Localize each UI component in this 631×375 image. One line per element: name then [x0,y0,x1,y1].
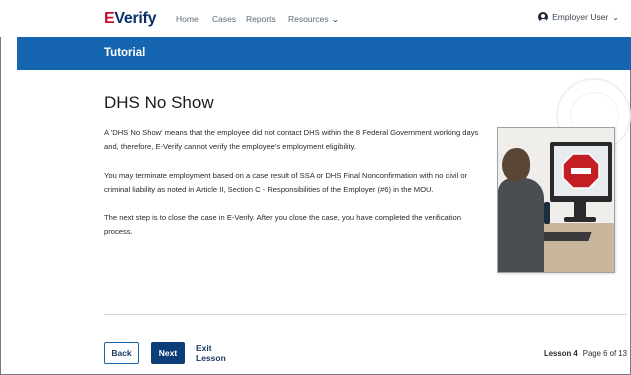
illustration-person-body [498,178,544,272]
illustration-monitor-stand [574,202,586,218]
illustration-screen [554,146,608,196]
nav-cases[interactable]: Cases [212,14,236,24]
page-label: Page 6 of 13 [582,349,627,358]
paragraph-definition: A 'DHS No Show' means that the employee … [104,128,479,151]
illustration-stop-sign [497,127,615,273]
footer-divider [104,314,627,315]
user-circle-icon [538,12,549,22]
illustration-monitor-base [564,217,596,222]
chevron-down-icon: ⌄ [330,15,340,24]
tutorial-banner: Tutorial [17,37,631,70]
top-nav: EVerify Home Cases Reports Resources ⌄ Em… [0,0,631,37]
user-label: Employer User [552,12,609,22]
illustration-person [498,148,544,272]
illustration-bottle [544,202,550,224]
back-button[interactable]: Back [104,342,139,364]
illustration-person-head [502,148,530,182]
lesson-label: Lesson 4 [543,349,578,358]
nav-reports[interactable]: Reports [246,14,276,24]
next-button[interactable]: Next [151,342,185,364]
everify-logo[interactable]: EVerify [104,10,156,28]
nav-resources-label: Resources [288,14,329,24]
nav-home[interactable]: Home [176,14,199,24]
illustration-keyboard [540,232,592,241]
nav-resources[interactable]: Resources ⌄ [288,14,340,24]
stop-sign-icon [562,153,600,189]
banner-title: Tutorial [104,47,146,59]
page-title: DHS No Show [104,93,214,112]
exit-lesson-link[interactable]: Exit Lesson [196,342,242,364]
lesson-progress: Lesson 4 Page 6 of 13 [544,349,627,358]
paragraph-termination: You may terminate employment based on a … [104,171,468,194]
logo-verify: Verify [114,10,157,27]
logo-e: E [104,10,115,27]
user-menu[interactable]: Employer User ⌄ [538,12,619,22]
chevron-down-icon: ⌄ [612,12,619,22]
paragraph-next-step: The next step is to close the case in E-… [104,213,461,236]
